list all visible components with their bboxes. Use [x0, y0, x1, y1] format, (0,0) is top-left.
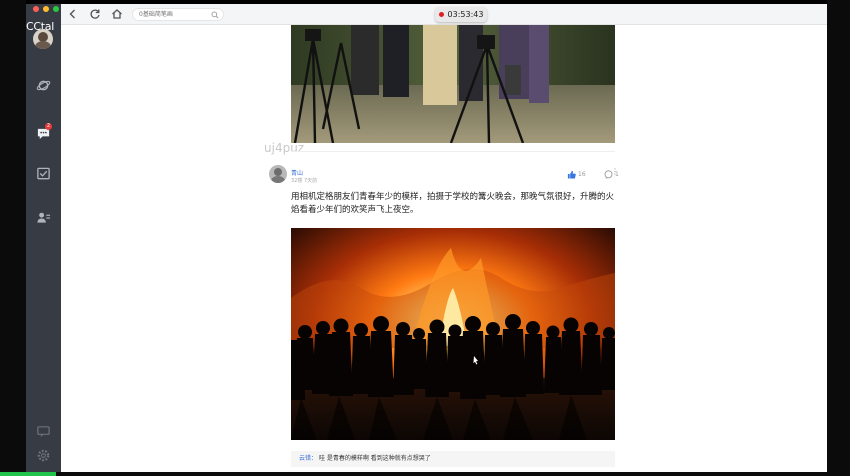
window-controls	[33, 6, 59, 12]
chevron-left-icon[interactable]	[66, 7, 80, 21]
recording-frame-left	[0, 0, 26, 476]
recording-timer[interactable]: 03:53:43	[435, 7, 487, 22]
more-options-button[interactable]: ⋮	[611, 168, 619, 176]
search-input[interactable]	[139, 9, 209, 20]
toolbar: 03:53:43	[61, 4, 827, 25]
app-window: CCtal 2 0基础简笔画 03:53:43 uj4puz 青山 32楼 7天…	[26, 4, 827, 472]
planet-icon[interactable]	[36, 78, 51, 93]
user-avatar[interactable]	[33, 29, 53, 49]
thumbs-up-icon	[567, 170, 576, 179]
post-author-avatar[interactable]	[269, 165, 287, 183]
feedback-icon[interactable]	[36, 424, 51, 439]
comment-author[interactable]: 云错：	[299, 455, 317, 462]
maximize-window-button[interactable]	[53, 6, 59, 12]
post-divider	[291, 151, 615, 152]
message-badge: 2	[45, 123, 52, 130]
inbox-icon[interactable]	[36, 166, 51, 181]
sidebar: CCtal 2	[26, 4, 61, 472]
home-icon[interactable]	[110, 7, 124, 21]
comment-text: 哇 是青春的模样啊 看到这种就有点想哭了	[318, 455, 431, 462]
minimize-window-button[interactable]	[43, 6, 49, 12]
recording-frame-right	[827, 0, 850, 476]
previous-post-photo[interactable]	[291, 25, 615, 143]
timer-text: 03:53:43	[447, 10, 484, 19]
like-button[interactable]: 16	[567, 170, 586, 179]
recording-progress-bar	[0, 472, 56, 476]
like-count: 16	[578, 171, 586, 178]
post-photo-bonfire[interactable]	[291, 228, 615, 440]
post-meta: 32楼 7天前	[291, 178, 318, 184]
post-author-name[interactable]: 青山	[291, 168, 303, 177]
close-window-button[interactable]	[33, 6, 39, 12]
search-icon[interactable]	[211, 11, 219, 19]
comment-preview[interactable]: 云错： 哇 是青春的模样啊 看到这种就有点想哭了	[291, 451, 615, 467]
feed-content: uj4puz 青山 32楼 7天前 16 1 ⋮ 用相机定格朋友们青春年少的模样…	[61, 25, 827, 472]
gear-icon[interactable]	[36, 448, 51, 463]
record-dot-icon	[438, 12, 444, 17]
watermark: uj4puz	[264, 141, 305, 155]
post-text: 用相机定格朋友们青春年少的模样，拍摄于学校的篝火晚会，那晚气氛很好，升腾的火焰看…	[291, 192, 615, 215]
recording-frame-bottom	[0, 472, 850, 476]
refresh-icon[interactable]	[88, 7, 102, 21]
contacts-icon[interactable]	[36, 210, 51, 225]
search-box[interactable]	[132, 8, 224, 21]
